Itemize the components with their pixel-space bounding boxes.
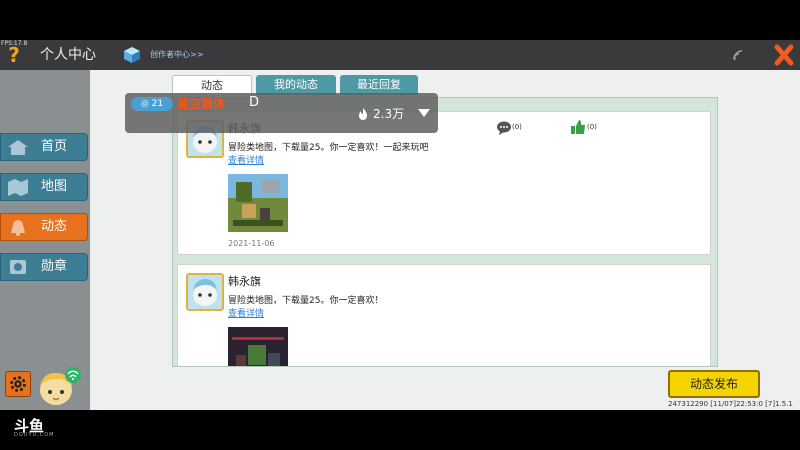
close-icon [774, 44, 794, 66]
reply-icon[interactable] [496, 121, 512, 135]
page-title: 个人中心 [40, 47, 96, 63]
level-badge: ◎ 21 [131, 97, 173, 111]
thumbs-up-icon[interactable] [570, 119, 586, 135]
creator-center-link[interactable]: 创作者中心>> [150, 49, 203, 61]
fire-icon [359, 108, 367, 120]
feed-panel[interactable]: 韩永旗 (0) (0) 冒险类地图，下载量25。你一定喜欢！一起来玩吧 查看详情 [172, 97, 718, 367]
user-name: 星空霸体 [177, 97, 226, 111]
view-details-link[interactable]: 查看详情 [228, 153, 264, 166]
sidebar-item-home[interactable]: 首页 [0, 133, 88, 161]
map-icon [8, 179, 28, 196]
settings-button[interactable] [5, 371, 31, 397]
author-avatar[interactable] [186, 273, 224, 311]
user-avatar[interactable] [32, 364, 86, 408]
close-button[interactable] [768, 40, 800, 70]
post-author[interactable]: 韩永旗 [228, 273, 261, 289]
publish-post-button[interactable]: 动态发布 [668, 370, 760, 398]
wifi-badge-icon [65, 367, 81, 383]
feed-post[interactable]: 韩永旗 冒险类地图，下载量25。你一定喜欢！ 查看详情 [177, 264, 711, 367]
douyu-url: DOUYU.COM [14, 432, 55, 438]
post-text: 冒险类地图，下载量25。你一定喜欢！ [228, 296, 384, 306]
level-value: 21 [151, 99, 164, 109]
map-thumbnail[interactable] [228, 174, 288, 232]
help-button[interactable]: ? [4, 44, 24, 66]
gear-icon [10, 376, 26, 392]
medal-icon [10, 260, 26, 274]
popularity-count: 2.3万 [373, 107, 405, 121]
sidebar: 首页 地图 动态 勋章 [0, 70, 90, 410]
top-bar: FPS:17.8 ? 个人中心 创作者中心>> [0, 40, 800, 70]
reply-count: (0) [512, 123, 522, 131]
chevron-down-icon[interactable] [418, 109, 430, 117]
app-window: FPS:17.8 ? 个人中心 创作者中心>> 首页 地图 动态 勋章 动态 我… [0, 40, 800, 410]
signal-icon [733, 50, 743, 60]
tab-recent-replies[interactable]: 最近回复 [340, 75, 418, 95]
sidebar-item-feed[interactable]: 动态 [0, 213, 88, 241]
cube-icon[interactable] [123, 46, 141, 64]
sidebar-item-medal[interactable]: 勋章 [0, 253, 88, 281]
user-grade: D [249, 95, 260, 110]
server-info: 247312290 [11/07]22:53:0 [7]1.5.1 [668, 400, 793, 408]
sidebar-item-label: 地图 [41, 179, 68, 194]
home-icon [8, 140, 28, 155]
sidebar-item-label: 动态 [41, 219, 68, 234]
level-badge-icon: ◎ [140, 99, 149, 109]
like-count: (0) [587, 123, 597, 131]
sidebar-item-map[interactable]: 地图 [0, 173, 88, 201]
sidebar-item-label: 首页 [41, 139, 68, 154]
view-details-link[interactable]: 查看详情 [228, 306, 264, 319]
map-thumbnail[interactable] [228, 327, 288, 367]
bell-icon [11, 220, 25, 236]
tab-my-feed[interactable]: 我的动态 [256, 75, 336, 95]
post-date: 2021-11-06 [228, 239, 275, 248]
user-info-popup[interactable]: ◎ 21 星空霸体 D 2.3万 [125, 93, 438, 133]
sidebar-item-label: 勋章 [41, 259, 68, 274]
post-text: 冒险类地图，下载量25。你一定喜欢！一起来玩吧 [228, 143, 429, 153]
